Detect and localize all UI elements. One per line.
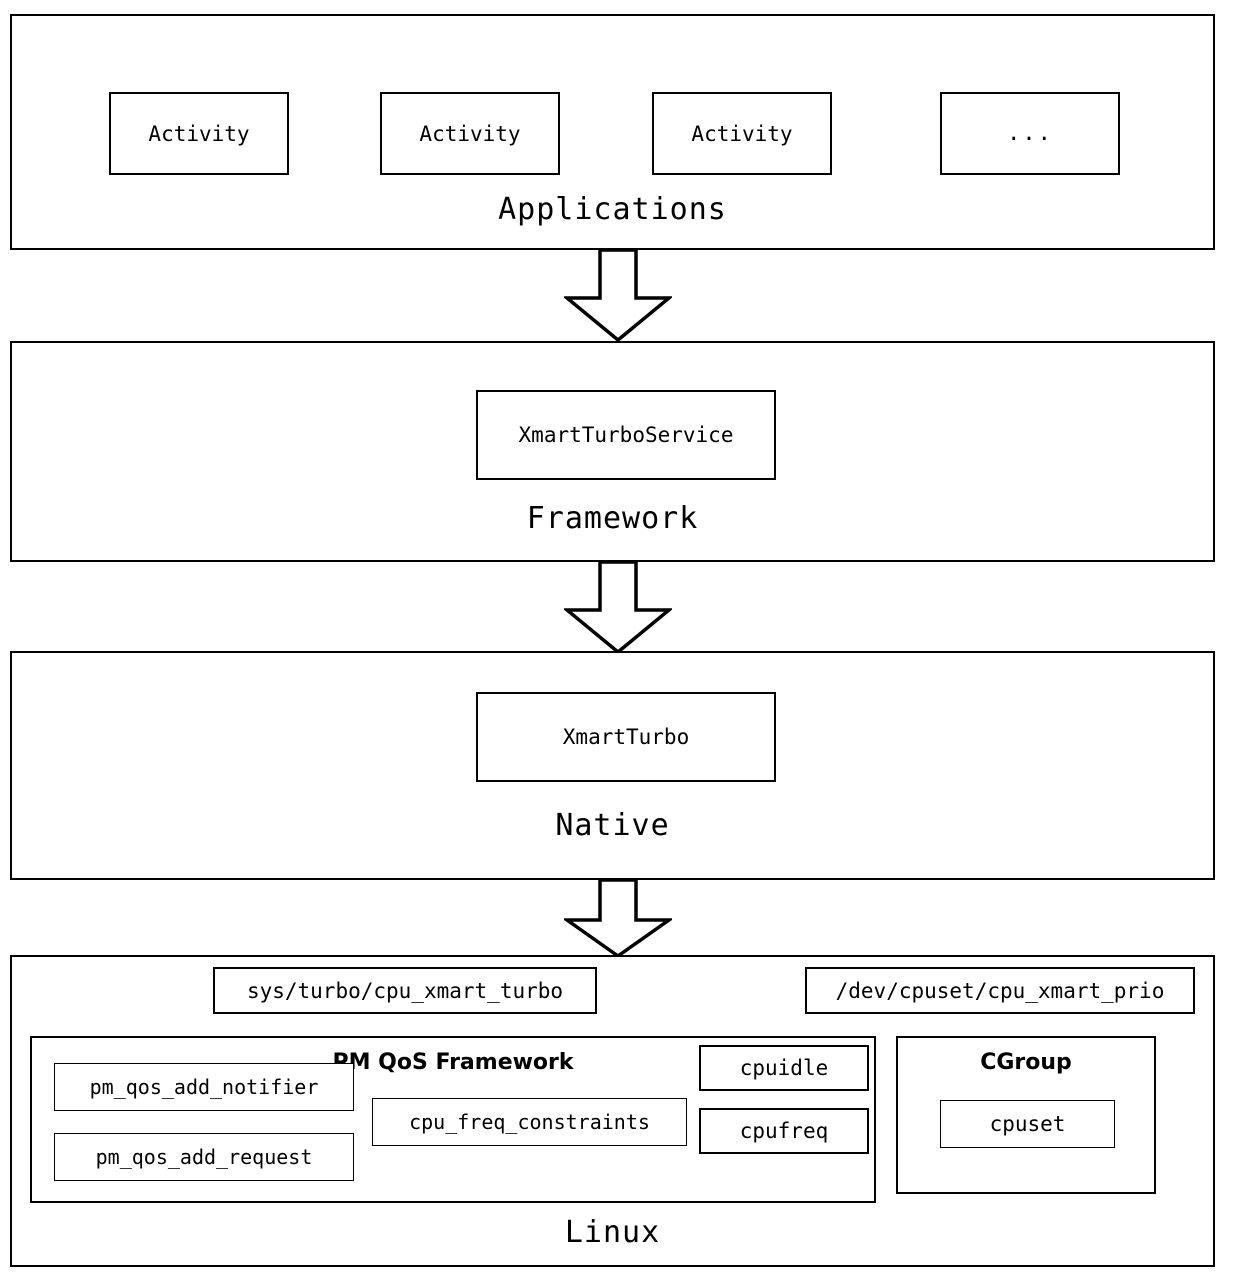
node-activity-1: Activity xyxy=(109,92,289,175)
node-label: XmartTurboService xyxy=(518,423,734,447)
node-activity-3: Activity xyxy=(652,92,832,175)
layer-title-applications: Applications xyxy=(498,192,727,227)
node-pm-qos-add-request: pm_qos_add_request xyxy=(54,1133,354,1181)
layer-applications: Activity Activity Activity ... Applicati… xyxy=(10,14,1215,250)
node-xmart-turbo: XmartTurbo xyxy=(476,692,776,782)
node-label: Activity xyxy=(691,121,793,146)
node-sysfs: sys/turbo/cpu_xmart_turbo xyxy=(213,967,597,1014)
architecture-diagram: Activity Activity Activity ... Applicati… xyxy=(0,0,1240,1280)
node-activity-2: Activity xyxy=(380,92,560,175)
layer-native: XmartTurbo Native xyxy=(10,651,1215,880)
group-pm-qos-framework: PM QoS Framework pm_qos_add_notifier pm_… xyxy=(30,1036,876,1203)
node-label: Activity xyxy=(419,121,521,146)
layer-title-native: Native xyxy=(555,808,670,843)
layer-title-framework: Framework xyxy=(526,501,699,536)
node-label: cpuidle xyxy=(739,1056,829,1080)
arrow-apps-to-framework xyxy=(564,250,672,342)
node-label: cpufreq xyxy=(739,1119,829,1143)
arrow-framework-to-native xyxy=(564,562,672,654)
node-label: ... xyxy=(1007,120,1053,146)
node-pm-qos-add-notifier: pm_qos_add_notifier xyxy=(54,1063,354,1111)
layer-title-linux: Linux xyxy=(564,1215,661,1250)
node-cpuset: cpuset xyxy=(940,1100,1115,1148)
node-cpu-freq-constraints: cpu_freq_constraints xyxy=(372,1098,687,1146)
node-label: cpu_freq_constraints xyxy=(409,1110,650,1134)
node-label: pm_qos_add_request xyxy=(95,1145,313,1169)
node-cpuset-path: /dev/cpuset/cpu_xmart_prio xyxy=(805,967,1195,1014)
node-label: sys/turbo/cpu_xmart_turbo xyxy=(246,978,564,1003)
group-title-cgroup: CGroup xyxy=(980,1050,1072,1075)
node-label: XmartTurbo xyxy=(562,725,690,749)
node-cpuidle: cpuidle xyxy=(699,1045,869,1091)
arrow-native-to-linux xyxy=(564,880,672,958)
node-label: Activity xyxy=(148,121,250,146)
node-activity-more: ... xyxy=(940,92,1120,175)
node-label: pm_qos_add_notifier xyxy=(89,1075,319,1099)
layer-framework: XmartTurboService Framework xyxy=(10,341,1215,562)
group-cgroup: CGroup cpuset xyxy=(896,1036,1156,1194)
node-xmart-turbo-service: XmartTurboService xyxy=(476,390,776,480)
node-cpufreq: cpufreq xyxy=(699,1108,869,1154)
node-label: /dev/cpuset/cpu_xmart_prio xyxy=(835,978,1165,1003)
layer-linux: sys/turbo/cpu_xmart_turbo /dev/cpuset/cp… xyxy=(10,955,1215,1267)
node-label: cpuset xyxy=(989,1112,1066,1136)
